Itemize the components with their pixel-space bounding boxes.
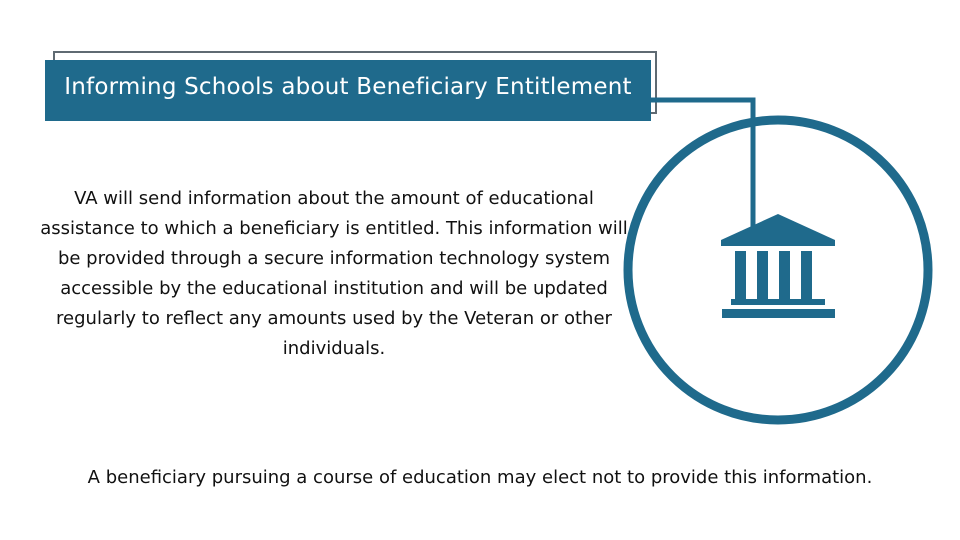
footer-note: A beneficiary pursuing a course of educa… [87, 467, 873, 488]
description-text: VA will send information about the amoun… [40, 188, 628, 359]
bank-building-icon [721, 214, 835, 318]
icon-circle [623, 115, 933, 425]
